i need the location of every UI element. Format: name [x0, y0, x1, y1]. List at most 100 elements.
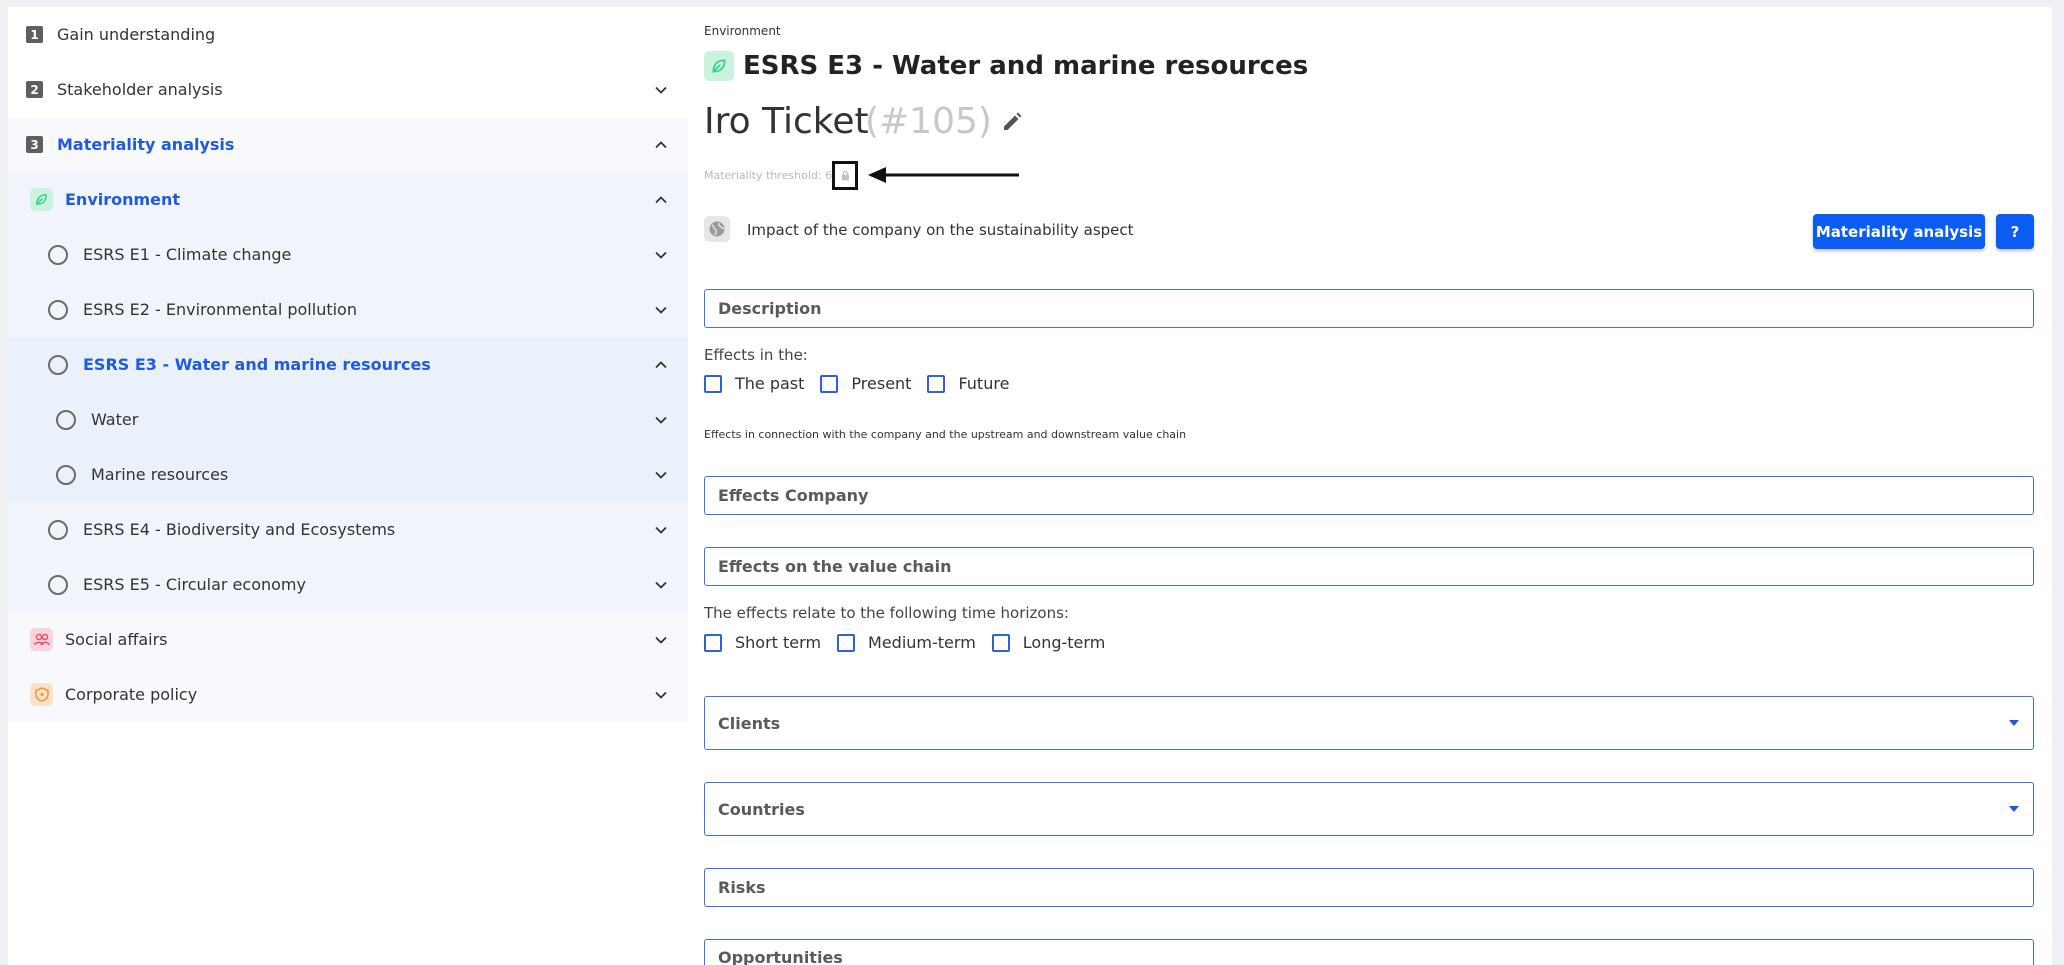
sidebar-step-gain-understanding[interactable]: 1 Gain understanding [8, 7, 688, 62]
checkbox-label: Short term [735, 633, 822, 652]
checkbox-long-term[interactable]: Long-term [991, 633, 1106, 652]
topic-label: Water [91, 410, 139, 429]
time-horizon-options: Short term Medium-term Long-term [704, 633, 1121, 652]
leaf-icon [30, 188, 53, 211]
chevron-down-icon[interactable] [654, 248, 668, 262]
chevron-up-icon[interactable] [654, 193, 668, 207]
chevron-down-icon[interactable] [654, 633, 668, 647]
item-label: ESRS E2 - Environmental pollution [83, 300, 357, 319]
page-title: ESRS E3 - Water and marine resources [743, 51, 1309, 81]
main-content: Environment ESRS E3 - Water and marine r… [704, 7, 2034, 965]
checkbox-the-past[interactable]: The past [704, 374, 804, 393]
item-label: ESRS E5 - Circular economy [83, 575, 306, 594]
shield-icon [30, 683, 53, 706]
dropdown-caret-icon[interactable] [2009, 806, 2019, 812]
select-label: Clients [718, 713, 781, 733]
time-horizons-label: The effects relate to the following time… [704, 604, 1069, 622]
help-button[interactable]: ? [1996, 214, 2034, 249]
checkbox-medium-term[interactable]: Medium-term [837, 633, 976, 652]
category-label: Environment [65, 190, 181, 209]
item-label: ESRS E3 - Water and marine resources [83, 355, 431, 374]
sidebar-item-esrs-e2[interactable]: ESRS E2 - Environmental pollution [8, 282, 688, 337]
radio-circle-icon [56, 409, 76, 430]
materiality-analysis-button[interactable]: Materiality analysis [1813, 214, 1985, 249]
sidebar-topic-water[interactable]: Water [8, 392, 688, 447]
sidebar-item-esrs-e1[interactable]: ESRS E1 - Climate change [8, 227, 688, 282]
step-number-badge: 2 [26, 81, 43, 98]
sidebar-topic-marine-resources[interactable]: Marine resources [8, 447, 688, 502]
select-label: Countries [718, 799, 805, 819]
checkbox-short-term[interactable]: Short term [704, 633, 821, 652]
sidebar: 1 Gain understanding 2 Stakeholder analy… [8, 7, 688, 965]
checkbox-future[interactable]: Future [927, 374, 1009, 393]
dropdown-caret-icon[interactable] [2009, 720, 2019, 726]
chevron-down-icon[interactable] [654, 83, 668, 97]
clients-select[interactable]: Clients [704, 696, 2034, 750]
opportunities-field[interactable]: Opportunities [704, 939, 2034, 965]
effects-value-chain-field[interactable]: Effects on the value chain [704, 547, 2034, 586]
radio-circle-icon [56, 464, 76, 485]
chevron-up-icon[interactable] [654, 138, 668, 152]
sidebar-item-esrs-e4[interactable]: ESRS E4 - Biodiversity and Ecosystems [8, 502, 688, 557]
chevron-down-icon[interactable] [654, 688, 668, 702]
checkbox-label: Long-term [1022, 633, 1106, 652]
sidebar-item-esrs-e5[interactable]: ESRS E5 - Circular economy [8, 557, 688, 612]
chevron-down-icon[interactable] [654, 523, 668, 537]
step-number-badge: 3 [26, 136, 43, 153]
ticket-title: Iro Ticket [704, 101, 869, 142]
chevron-down-icon[interactable] [654, 468, 668, 482]
risks-field[interactable]: Risks [704, 868, 2034, 907]
field-label: Effects on the value chain [718, 557, 952, 576]
effects-company-field[interactable]: Effects Company [704, 476, 2034, 515]
lock-icon[interactable] [832, 161, 858, 190]
chevron-down-icon[interactable] [654, 578, 668, 592]
edit-pencil-icon[interactable] [1001, 111, 1023, 133]
checkbox-box[interactable] [837, 633, 856, 652]
checkbox-box[interactable] [820, 374, 839, 393]
checkbox-label: The past [735, 374, 805, 393]
radio-circle-icon [48, 574, 68, 595]
countries-select[interactable]: Countries [704, 782, 2034, 836]
field-label: Opportunities [718, 948, 843, 965]
sidebar-category-corporate-policy[interactable]: Corporate policy [8, 667, 688, 722]
checkbox-label: Future [958, 374, 1010, 393]
sidebar-category-social-affairs[interactable]: Social affairs [8, 612, 688, 667]
chevron-up-icon[interactable] [654, 358, 668, 372]
radio-circle-icon [48, 354, 68, 375]
checkbox-label: Medium-term [868, 633, 976, 652]
step-label: Stakeholder analysis [57, 80, 223, 99]
field-label: Effects Company [718, 486, 869, 505]
checkbox-present[interactable]: Present [820, 374, 911, 393]
radio-circle-icon [48, 519, 68, 540]
checkbox-box[interactable] [927, 374, 946, 393]
sidebar-item-esrs-e3[interactable]: ESRS E3 - Water and marine resources [8, 337, 688, 392]
step-label: Gain understanding [57, 25, 216, 44]
radio-circle-icon [48, 299, 68, 320]
sidebar-step-stakeholder-analysis[interactable]: 2 Stakeholder analysis [8, 62, 688, 117]
checkbox-box[interactable] [704, 633, 722, 652]
category-label: Corporate policy [65, 685, 198, 704]
sidebar-category-environment[interactable]: Environment [8, 172, 688, 227]
field-label: Risks [718, 878, 766, 897]
checkbox-label: Present [851, 374, 912, 393]
globe-icon [704, 216, 730, 242]
checkbox-box[interactable] [704, 374, 722, 393]
people-icon [30, 628, 53, 651]
ticket-number: (#105) [865, 101, 992, 142]
impact-description: Impact of the company on the sustainabil… [747, 221, 1134, 239]
chevron-down-icon[interactable] [654, 413, 668, 427]
radio-circle-icon [48, 244, 68, 265]
checkbox-box[interactable] [991, 633, 1010, 652]
category-label: Social affairs [65, 630, 168, 649]
topic-label: Marine resources [91, 465, 229, 484]
chevron-down-icon[interactable] [654, 303, 668, 317]
field-label: Description [718, 299, 822, 318]
sidebar-step-materiality-analysis[interactable]: 3 Materiality analysis [8, 117, 688, 172]
description-field[interactable]: Description [704, 289, 2034, 328]
effects-in-options: The past Present Future [704, 374, 1025, 393]
item-label: ESRS E1 - Climate change [83, 245, 292, 264]
leaf-icon [704, 51, 734, 81]
breadcrumb[interactable]: Environment [704, 24, 781, 38]
arrow-left-icon [868, 167, 1019, 183]
step-label: Materiality analysis [57, 135, 235, 154]
